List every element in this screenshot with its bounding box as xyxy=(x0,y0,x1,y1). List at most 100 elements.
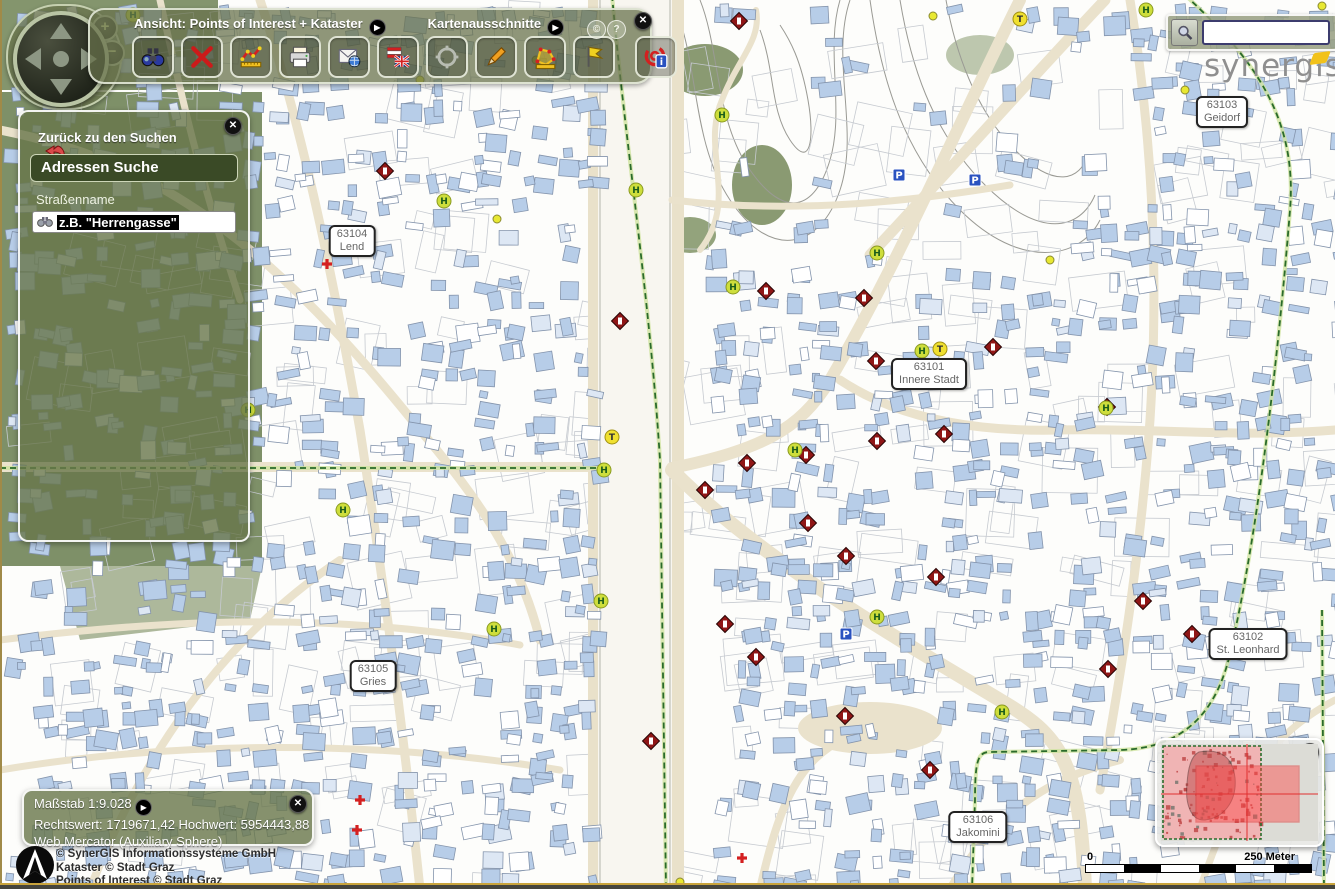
overview-map-panel: ✕ xyxy=(1155,738,1324,847)
district-label-63106: 63106Jakomini xyxy=(948,811,1007,843)
svg-text:H: H xyxy=(729,283,737,293)
bus-stop-marker-icon[interactable]: H xyxy=(594,594,608,608)
tool-buttons: i xyxy=(132,36,677,78)
bus-stop-marker-icon[interactable]: H xyxy=(915,344,929,358)
district-label-63104: 63104Lend xyxy=(329,225,376,257)
bookmark-flag-button[interactable] xyxy=(573,36,615,78)
map-extracts-label[interactable]: Kartenausschnitte xyxy=(428,16,541,31)
main-toolbar: Ansicht: Points of Interest + Kataster ▶ K… xyxy=(88,8,652,84)
bus-stop-marker-icon[interactable]: H xyxy=(629,183,643,197)
bus-stop-marker-icon[interactable]: H xyxy=(715,108,729,122)
clear-selection-button[interactable] xyxy=(181,36,223,78)
print-icon xyxy=(287,44,313,70)
poi-dot-marker-icon[interactable] xyxy=(493,215,501,223)
measure-area-button[interactable] xyxy=(524,36,566,78)
svg-text:H: H xyxy=(873,249,881,259)
view-selector-arrow-button[interactable]: ▶ xyxy=(369,19,386,36)
scalebar-segments xyxy=(1085,864,1312,873)
bus-stop-marker-icon[interactable]: H xyxy=(597,463,611,477)
clear-selection-icon xyxy=(189,44,215,70)
svg-text:P: P xyxy=(971,176,978,187)
svg-text:H: H xyxy=(440,197,448,207)
coordinate-readout: Rechtswert: 1719671,42 Hochwert: 5954443… xyxy=(34,816,312,833)
district-label-63101: 63101Innere Stadt xyxy=(891,358,967,390)
pan-left-arrow-icon[interactable] xyxy=(25,48,41,70)
bus-stop-marker-icon[interactable]: H xyxy=(1099,401,1113,415)
svg-text:P: P xyxy=(895,171,902,182)
toolbar-titles: Ansicht: Points of Interest + Kataster ▶ K… xyxy=(134,16,564,36)
svg-text:H: H xyxy=(791,446,799,456)
quick-search-input[interactable] xyxy=(1202,20,1330,45)
search-panel-close-button[interactable]: ✕ xyxy=(224,117,242,135)
help-button[interactable]: ? xyxy=(607,20,626,39)
svg-text:T: T xyxy=(937,345,944,355)
language-flags-button[interactable] xyxy=(377,36,419,78)
copyright-button[interactable]: © xyxy=(587,20,606,39)
center-position-button[interactable] xyxy=(426,36,468,78)
scalebar-distance: 250 Meter xyxy=(1244,851,1295,863)
bus-stop-marker-icon[interactable]: H xyxy=(788,443,802,457)
bus-stop-marker-icon[interactable]: H xyxy=(995,705,1009,719)
status-panel-close-button[interactable]: ✕ xyxy=(289,795,307,813)
find-binoculars-icon xyxy=(140,44,166,70)
viewport-left-border xyxy=(0,0,2,889)
map-extracts-arrow-button[interactable]: ▶ xyxy=(547,19,564,36)
poi-dot-marker-icon[interactable] xyxy=(1318,2,1326,10)
street-name-label: Straßenname xyxy=(36,192,115,207)
bus-stop-marker-icon[interactable]: H xyxy=(487,622,501,636)
send-map-button[interactable] xyxy=(328,36,370,78)
svg-text:H: H xyxy=(873,613,881,623)
view-selector-label[interactable]: Ansicht: Points of Interest + Kataster xyxy=(134,16,363,31)
search-panel-title: Adressen Suche xyxy=(30,154,238,182)
toolbar-close-button[interactable]: ✕ xyxy=(634,12,652,30)
scalebar: 0 250 Meter xyxy=(1085,851,1313,875)
parking-marker-icon[interactable]: P xyxy=(893,169,905,182)
bus-stop-marker-icon[interactable]: H xyxy=(437,194,451,208)
identify-info-button[interactable]: i xyxy=(635,36,677,78)
svg-text:T: T xyxy=(1017,15,1024,25)
bus-stop-marker-icon[interactable]: H xyxy=(336,503,350,517)
viewport-bottom-border xyxy=(0,883,1335,889)
poi-dot-marker-icon[interactable] xyxy=(1046,256,1054,264)
svg-text:H: H xyxy=(998,708,1006,718)
svg-text:H: H xyxy=(597,597,605,607)
pan-up-arrow-icon[interactable] xyxy=(50,23,72,39)
scalebar-zero: 0 xyxy=(1087,851,1093,863)
quick-search-button[interactable] xyxy=(1171,19,1198,46)
measure-line-button[interactable] xyxy=(230,36,272,78)
taxi-marker-icon[interactable]: T xyxy=(605,430,619,444)
status-panel: ✕ Maßstab 1:9.028 ▶ Rechtswert: 1719671,… xyxy=(22,789,314,846)
parking-marker-icon[interactable]: P xyxy=(969,174,981,187)
bus-stop-marker-icon[interactable]: H xyxy=(1139,3,1153,17)
taxi-marker-icon[interactable]: T xyxy=(933,342,947,356)
street-name-value: z.B. "Herrengasse" xyxy=(57,215,179,230)
measure-area-icon xyxy=(532,44,558,70)
identify-info-icon: i xyxy=(643,44,669,70)
street-name-input[interactable]: z.B. "Herrengasse" xyxy=(32,211,236,233)
overview-map[interactable] xyxy=(1161,744,1318,841)
draw-pencil-button[interactable] xyxy=(475,36,517,78)
magnifier-icon xyxy=(1177,25,1193,41)
find-binoculars-button[interactable] xyxy=(132,36,174,78)
svg-text:T: T xyxy=(609,433,616,443)
taxi-marker-icon[interactable]: T xyxy=(1013,12,1027,26)
print-button[interactable] xyxy=(279,36,321,78)
bus-stop-marker-icon[interactable]: H xyxy=(726,280,740,294)
poi-dot-marker-icon[interactable] xyxy=(929,12,937,20)
svg-text:H: H xyxy=(600,466,608,476)
center-position-icon xyxy=(434,44,460,70)
bus-stop-marker-icon[interactable]: H xyxy=(870,610,884,624)
quick-search-bar xyxy=(1166,14,1335,51)
svg-text:P: P xyxy=(842,630,849,641)
svg-text:i: i xyxy=(660,57,663,68)
scale-options-arrow-button[interactable]: ▶ xyxy=(135,799,152,816)
binoculars-icon xyxy=(37,216,53,228)
measure-line-icon xyxy=(238,44,264,70)
map-viewport[interactable]: HHHHHHHHHHHHHHHHHTTTPPP 63101Innere Stad… xyxy=(0,0,1335,889)
svg-text:H: H xyxy=(632,186,640,196)
bus-stop-marker-icon[interactable]: H xyxy=(870,246,884,260)
poi-dot-marker-icon[interactable] xyxy=(1181,86,1189,94)
pan-down-arrow-icon[interactable] xyxy=(50,79,72,95)
pan-center-button[interactable] xyxy=(53,51,69,67)
parking-marker-icon[interactable]: P xyxy=(840,628,852,641)
